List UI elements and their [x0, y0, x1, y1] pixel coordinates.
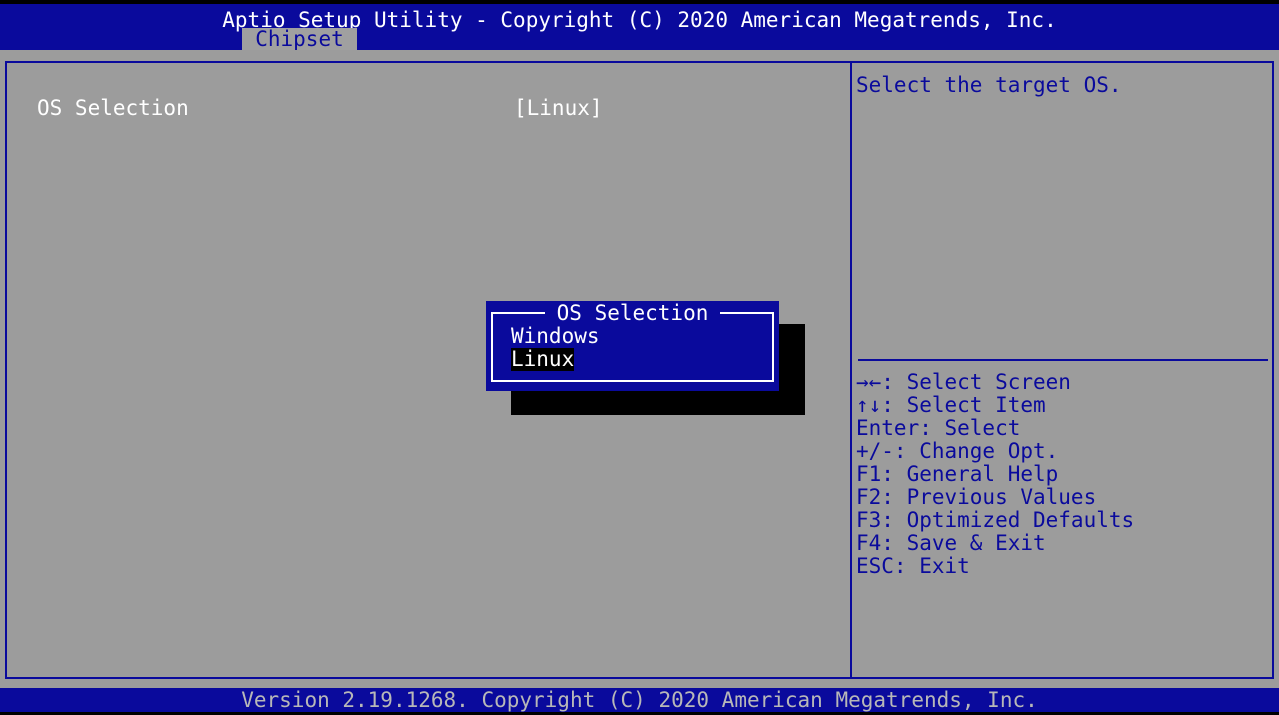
key-hint: F4: Save & Exit	[856, 531, 1046, 555]
footer-version: Version 2.19.1268. Copyright (C) 2020 Am…	[0, 688, 1279, 712]
setting-label-os-selection[interactable]: OS Selection	[37, 97, 189, 120]
key-hint: →←: Select Screen	[856, 370, 1071, 394]
popup-title: OS Selection	[486, 301, 779, 325]
app-title: Aptio Setup Utility - Copyright (C) 2020…	[222, 8, 1057, 32]
setting-value-os-selection[interactable]: [Linux]	[514, 97, 603, 120]
key-hint: F2: Previous Values	[856, 485, 1097, 509]
key-hint: F1: General Help	[856, 462, 1059, 486]
key-hint: F3: Optimized Defaults	[856, 508, 1135, 532]
key-legend: →←: Select Screen ↑↓: Select Item Enter:…	[856, 371, 1134, 578]
help-separator	[858, 359, 1268, 361]
key-hint: ESC: Exit	[856, 554, 970, 578]
help-description: Select the target OS.	[856, 73, 1122, 97]
tab-chipset[interactable]: Chipset	[242, 28, 357, 50]
option-windows[interactable]: Windows	[511, 325, 600, 348]
key-hint: +/-: Change Opt.	[856, 439, 1059, 463]
option-linux[interactable]: Linux	[511, 348, 575, 371]
key-hint: ↑↓: Select Item	[856, 393, 1046, 417]
key-hint: Enter: Select	[856, 416, 1021, 440]
panel-divider	[850, 63, 852, 677]
os-selection-popup: OS Selection Windows Linux	[486, 301, 779, 391]
title-bar: Aptio Setup Utility - Copyright (C) 2020…	[0, 4, 1279, 50]
